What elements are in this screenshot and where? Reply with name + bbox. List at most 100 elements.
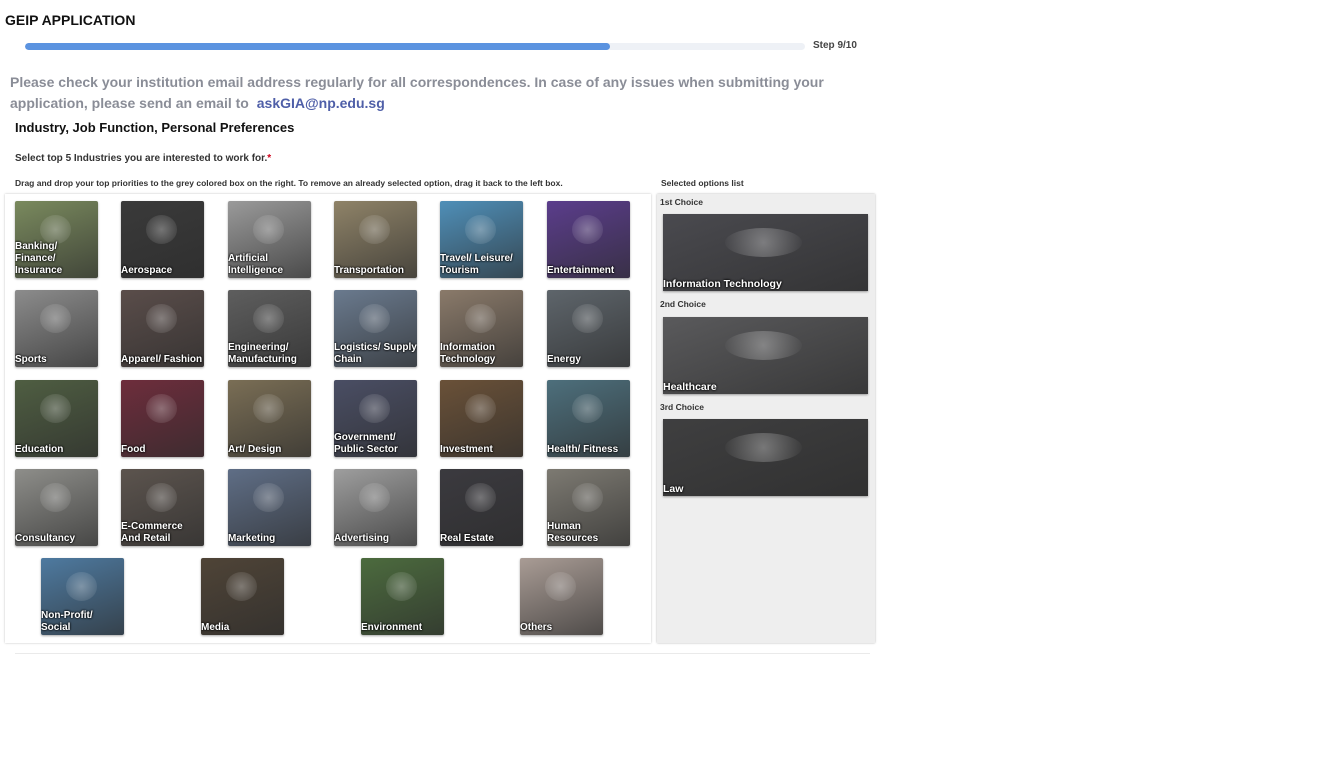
clock-icon	[464, 393, 497, 424]
astronaut-icon	[145, 214, 178, 245]
tile-label: Environment	[361, 622, 423, 633]
robot-icon	[252, 214, 285, 245]
notice-text: Please check your institution email addr…	[10, 74, 824, 111]
dumbbell-icon	[571, 393, 604, 424]
industry-tile-artificial-intelligence[interactable]: Artificial Intelligence	[228, 201, 311, 278]
berries-icon	[145, 393, 178, 424]
tile-label: Non-Profit/ Social	[41, 610, 93, 633]
tile-label: Law	[663, 483, 684, 495]
industry-tile-entertainment[interactable]: Entertainment	[547, 201, 630, 278]
tile-label: E-Commerce And Retail	[121, 521, 183, 544]
tv-icon	[225, 571, 258, 602]
industry-tile-environment[interactable]: Environment	[361, 558, 444, 635]
wind-turbine-icon	[571, 303, 604, 334]
progress-fill	[25, 43, 610, 50]
heart-icon	[65, 571, 98, 602]
selected-choice-information-technology[interactable]: Information Technology	[663, 214, 868, 291]
newspaper-icon	[252, 482, 285, 513]
app-title: GEIP APPLICATION	[5, 12, 136, 28]
industry-tile-transportation[interactable]: Transportation	[334, 201, 417, 278]
industry-tile-others[interactable]: Others	[520, 558, 603, 635]
ball-icon	[39, 303, 72, 334]
tile-label: Travel/ Leisure/ Tourism	[440, 253, 513, 276]
selected-choice-healthcare[interactable]: Healthcare	[663, 317, 868, 394]
tile-label: Aerospace	[121, 265, 173, 276]
industry-tile-human-resources[interactable]: Human Resources	[547, 469, 630, 546]
tile-label: Transportation	[334, 265, 405, 276]
tile-label: Media	[201, 622, 230, 633]
section-divider	[15, 653, 870, 654]
tile-label: Government/ Public Sector	[334, 432, 398, 455]
tile-label: Engineering/ Manufacturing	[228, 342, 297, 365]
industry-tile-information-technology[interactable]: Information Technology	[440, 290, 523, 367]
industry-tile-banking-finance-insurance[interactable]: Banking/ Finance/ Insurance	[15, 201, 98, 278]
tile-label: Entertainment	[547, 265, 615, 276]
book-icon	[39, 393, 72, 424]
laptop-icon	[39, 482, 72, 513]
progress-bar	[25, 43, 805, 50]
industry-tile-advertising[interactable]: Advertising	[334, 469, 417, 546]
choice-rank-label: 3rd Choice	[660, 402, 704, 412]
selected-choice-law[interactable]: Law	[663, 419, 868, 496]
laptop-icon	[464, 303, 497, 334]
step-label: Step 9/10	[813, 40, 857, 51]
building-icon	[464, 482, 497, 513]
parliament-icon	[358, 393, 391, 424]
industry-tile-food[interactable]: Food	[121, 380, 204, 457]
tile-label: Investment	[440, 444, 493, 455]
drag-instructions: Drag and drop your top priorities to the…	[15, 178, 563, 188]
ship-icon	[358, 303, 391, 334]
tile-label: Healthcare	[663, 381, 717, 393]
tile-label: Apparel/ Fashion	[121, 354, 203, 365]
coins-icon	[39, 214, 72, 245]
tile-label: Sports	[15, 354, 47, 365]
section-title: Industry, Job Function, Personal Prefere…	[15, 120, 295, 135]
industry-tile-investment[interactable]: Investment	[440, 380, 523, 457]
tile-label: Marketing	[228, 533, 276, 544]
industry-tile-logistics-supply-chain[interactable]: Logistics/ Supply Chain	[334, 290, 417, 367]
tile-label: Advertising	[334, 533, 390, 544]
industry-tile-energy[interactable]: Energy	[547, 290, 630, 367]
industry-tile-marketing[interactable]: Marketing	[228, 469, 311, 546]
car-icon	[358, 214, 391, 245]
image-icon	[724, 330, 803, 361]
industry-tile-education[interactable]: Education	[15, 380, 98, 457]
industry-tile-media[interactable]: Media	[201, 558, 284, 635]
required-mark: *	[267, 153, 272, 164]
support-email-link[interactable]: askGIA@np.edu.sg	[257, 95, 385, 111]
industry-tile-engineering-manufacturing[interactable]: Engineering/ Manufacturing	[228, 290, 311, 367]
tile-label: Information Technology	[440, 342, 496, 365]
industry-question: Select top 5 Industries you are interest…	[15, 153, 271, 164]
tile-label: Education	[15, 444, 64, 455]
tile-label: Others	[520, 622, 553, 633]
industry-tile-aerospace[interactable]: Aerospace	[121, 201, 204, 278]
selected-options-heading: Selected options list	[661, 178, 744, 188]
beach-icon	[464, 214, 497, 245]
concert-icon	[571, 214, 604, 245]
industry-tile-health-fitness[interactable]: Health/ Fitness	[547, 380, 630, 457]
industry-tile-government-public-sector[interactable]: Government/ Public Sector	[334, 380, 417, 457]
tile-label: Food	[121, 444, 146, 455]
industry-tile-travel-leisure-tourism[interactable]: Travel/ Leisure/ Tourism	[440, 201, 523, 278]
industry-tile-non-profit-social[interactable]: Non-Profit/ Social	[41, 558, 124, 635]
industry-tile-e-commerce-and-retail[interactable]: E-Commerce And Retail	[121, 469, 204, 546]
industry-tile-consultancy[interactable]: Consultancy	[15, 469, 98, 546]
image-icon	[724, 227, 803, 258]
question-text: Select top 5 Industries you are interest…	[15, 153, 268, 164]
tile-label: Health/ Fitness	[547, 444, 619, 455]
industry-tile-real-estate[interactable]: Real Estate	[440, 469, 523, 546]
industry-tile-apparel-fashion[interactable]: Apparel/ Fashion	[121, 290, 204, 367]
tile-label: Human Resources	[547, 521, 599, 544]
tile-label: Art/ Design	[228, 444, 282, 455]
tile-label: Energy	[547, 354, 581, 365]
email-notice: Please check your institution email addr…	[10, 72, 830, 114]
dress-icon	[145, 303, 178, 334]
palette-icon	[252, 393, 285, 424]
industry-tile-sports[interactable]: Sports	[15, 290, 98, 367]
tile-label: Banking/ Finance/ Insurance	[15, 241, 63, 276]
shop-icon	[145, 482, 178, 513]
tile-label: Logistics/ Supply Chain	[334, 342, 417, 365]
tile-label: Artificial Intelligence	[228, 253, 284, 276]
people-icon	[571, 482, 604, 513]
industry-tile-art-design[interactable]: Art/ Design	[228, 380, 311, 457]
